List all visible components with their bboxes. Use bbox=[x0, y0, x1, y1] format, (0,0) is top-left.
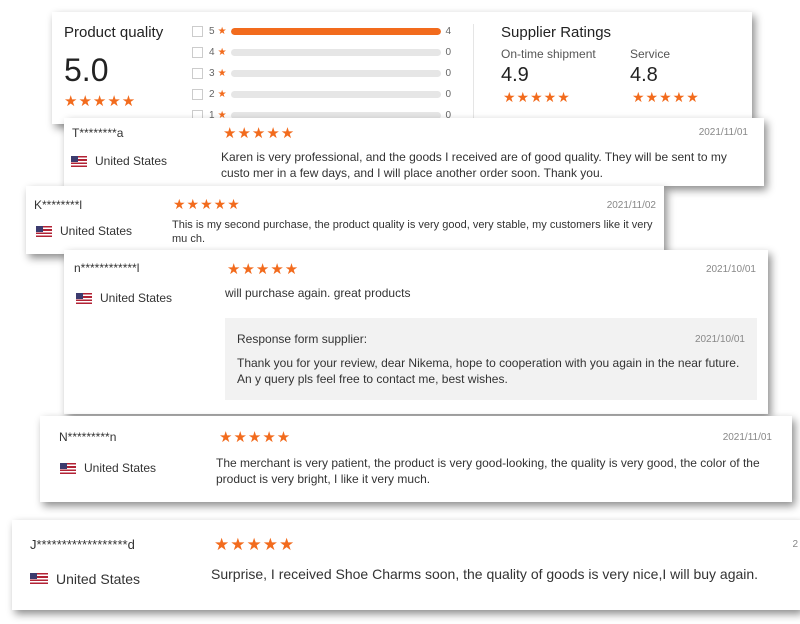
review-date: 2021/11/01 bbox=[722, 432, 772, 443]
review-text: This is my second purchase, the product … bbox=[172, 219, 653, 245]
rating-filter-3[interactable]: 3 ★ 0 bbox=[192, 66, 451, 80]
rating-filter-2[interactable]: 2 ★ 0 bbox=[192, 87, 451, 101]
reviewer-name: K********l bbox=[34, 198, 83, 212]
review-text: The merchant is very patient, the produc… bbox=[216, 456, 760, 486]
service-score: 4.8 bbox=[630, 64, 658, 86]
star-icon: ★ bbox=[217, 25, 227, 37]
review-date: 2021/11/01 bbox=[698, 127, 748, 138]
supplier-response: Response form supplier: 2021/10/01 Thank… bbox=[225, 318, 757, 400]
reviewer-name: T********a bbox=[72, 126, 124, 140]
product-quality-title: Product quality bbox=[64, 24, 164, 41]
checkbox[interactable] bbox=[192, 67, 203, 79]
country-label: United States bbox=[95, 154, 168, 168]
review-card: T********a ★★★★★ 2021/11/01 United State… bbox=[64, 118, 764, 186]
us-flag-icon bbox=[36, 225, 52, 237]
reviewer-country: United States bbox=[36, 224, 132, 238]
product-quality-stars: ★★★★★ bbox=[64, 93, 137, 110]
country-label: United States bbox=[56, 571, 141, 587]
country-label: United States bbox=[84, 461, 157, 475]
us-flag-icon bbox=[71, 155, 87, 167]
star-icon: ★ bbox=[217, 67, 227, 79]
reviewer-name: n************l bbox=[74, 261, 140, 275]
star-icon: ★ bbox=[217, 88, 227, 100]
country-label: United States bbox=[60, 224, 133, 238]
review-date: 2021/10/01 bbox=[705, 264, 756, 275]
review-date: 2021/11/02 bbox=[606, 200, 656, 211]
review-stars: ★★★★★ bbox=[219, 429, 292, 446]
review-stars: ★★★★★ bbox=[227, 261, 300, 278]
rating-bar bbox=[230, 69, 441, 77]
response-date: 2021/10/01 bbox=[694, 334, 745, 345]
on-time-shipment-score: 4.9 bbox=[501, 64, 529, 86]
divider bbox=[473, 24, 474, 124]
reviewer-name: N*********n bbox=[59, 430, 117, 444]
on-time-shipment-stars: ★★★★★ bbox=[503, 89, 571, 105]
reviewer-country: United States bbox=[76, 291, 172, 305]
review-card: K********l ★★★★★ 2021/11/02 United State… bbox=[26, 186, 664, 254]
reviewer-country: United States bbox=[71, 154, 167, 168]
rating-count: 0 bbox=[445, 88, 452, 100]
rating-count: 0 bbox=[445, 67, 452, 79]
review-card: n************l ★★★★★ 2021/10/01 United S… bbox=[64, 250, 768, 414]
rating-level: 3 bbox=[209, 67, 215, 79]
review-stars: ★★★★★ bbox=[173, 196, 241, 212]
rating-filter-5[interactable]: 5 ★ 4 bbox=[192, 24, 451, 38]
star-icon: ★ bbox=[217, 46, 227, 58]
service-label: Service bbox=[630, 47, 671, 61]
review-text: Karen is very professional, and the good… bbox=[221, 150, 727, 180]
rating-bar bbox=[230, 27, 441, 35]
rating-level: 5 bbox=[209, 25, 215, 37]
country-label: United States bbox=[100, 291, 173, 305]
rating-count: 4 bbox=[445, 25, 452, 37]
rating-count: 0 bbox=[445, 46, 452, 58]
rating-bar-fill bbox=[230, 27, 441, 35]
service-stars: ★★★★★ bbox=[632, 89, 700, 105]
supplier-ratings-title: Supplier Ratings bbox=[501, 24, 612, 41]
rating-level: 2 bbox=[209, 88, 215, 100]
checkbox[interactable] bbox=[192, 88, 203, 100]
review-text: Surprise, I received Shoe Charms soon, t… bbox=[211, 566, 759, 582]
rating-level: 4 bbox=[209, 46, 215, 58]
review-card: N*********n ★★★★★ 2021/11/01 United Stat… bbox=[40, 416, 792, 502]
review-text: will purchase again. great products bbox=[225, 286, 411, 300]
review-stars: ★★★★★ bbox=[214, 535, 296, 554]
product-quality-score: 5.0 bbox=[64, 52, 109, 88]
reviewer-name: J******************d bbox=[30, 537, 135, 552]
rating-filter-4[interactable]: 4 ★ 0 bbox=[192, 45, 451, 59]
checkbox[interactable] bbox=[192, 25, 203, 37]
rating-bar bbox=[230, 48, 441, 56]
response-label: Response form supplier: bbox=[237, 332, 368, 346]
on-time-shipment-label: On-time shipment bbox=[501, 47, 596, 61]
rating-summary-card: Product quality 5.0 ★★★★★ 5 ★ 4 4 ★ 0 3 … bbox=[52, 12, 752, 124]
response-text: Thank you for your review, dear Nikema, … bbox=[237, 356, 740, 386]
review-stars: ★★★★★ bbox=[223, 125, 296, 142]
reviewer-country: United States bbox=[60, 461, 156, 475]
review-card: J******************d ★★★★★ 2 United Stat… bbox=[12, 520, 800, 610]
us-flag-icon bbox=[30, 573, 48, 585]
us-flag-icon bbox=[60, 462, 76, 474]
rating-bar bbox=[230, 90, 441, 98]
checkbox[interactable] bbox=[192, 46, 203, 58]
review-date: 2 bbox=[792, 539, 798, 550]
us-flag-icon bbox=[76, 292, 92, 304]
reviewer-country: United States bbox=[30, 571, 140, 587]
